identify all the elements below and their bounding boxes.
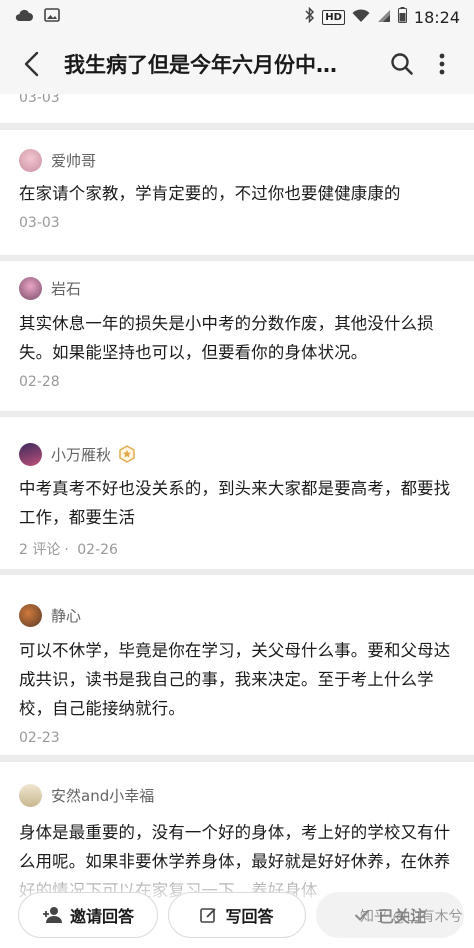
comment-card[interactable]: 爱帅哥 在家请个家教，学肯定要的，不过你也要健健康康的 03-03 xyxy=(0,130,474,255)
invite-answer-button[interactable]: 邀请回答 xyxy=(18,892,158,938)
comment-date: 02-28 xyxy=(19,374,60,390)
top-bar: 我生病了但是今年六月份中… xyxy=(0,34,474,94)
comment-date: 02-26 xyxy=(77,542,118,558)
author-badge-icon xyxy=(119,445,135,463)
avatar[interactable] xyxy=(19,276,42,300)
search-button[interactable] xyxy=(382,44,422,84)
write-answer-label: 写回答 xyxy=(225,907,274,926)
comment-date: 03-03 xyxy=(19,94,60,106)
comment-text: 在家请个家教，学肯定要的，不过你也要健健康康的 xyxy=(19,184,401,203)
avatar[interactable] xyxy=(19,442,42,466)
comment-card[interactable]: 小万雁秋 中考真考不好也没关系的，到头来大家都是要高考，都要找工作，都要生活 2… xyxy=(0,417,474,569)
comment-card[interactable]: 03-03 xyxy=(0,94,474,123)
comment-card[interactable]: 岩石 其实休息一年的损失是小中考的分数作废，其他没什么损失。如果能坚持也可以，但… xyxy=(0,261,474,411)
watermark: 知乎 @山有木兮 xyxy=(360,909,463,925)
back-button[interactable] xyxy=(14,44,50,84)
hd-badge: HD xyxy=(322,9,345,25)
comment-text: 中考真考不好也没关系的，到头来大家都是要高考，都要找工作，都要生活 xyxy=(19,479,451,527)
battery-icon xyxy=(397,7,407,27)
comment-text: 可以不休学，毕竟是你在学习，关父母什么事。要和父母达成共识，读书是我自己的事，我… xyxy=(19,641,451,718)
comment-list[interactable]: 03-03 爱帅哥 在家请个家教，学肯定要的，不过你也要健健康康的 03-03 … xyxy=(0,94,474,948)
comment-meta: 03-03 xyxy=(0,215,474,231)
comment-text: 其实休息一年的损失是小中考的分数作废，其他没什么损失。如果能坚持也可以，但要看你… xyxy=(19,314,434,362)
status-bar: HD 18:24 xyxy=(0,0,474,34)
add-person-icon xyxy=(42,907,62,923)
signal-icon xyxy=(377,8,391,27)
comment-date: 03-03 xyxy=(19,215,60,231)
comment-author[interactable]: 小万雁秋 xyxy=(0,439,474,469)
invite-answer-label: 邀请回答 xyxy=(69,907,134,926)
page-title: 我生病了但是今年六月份中… xyxy=(64,53,337,77)
avatar[interactable] xyxy=(19,783,42,807)
comment-author[interactable]: 爱帅哥 xyxy=(0,145,474,175)
cloud-icon xyxy=(14,8,34,26)
comment-author[interactable]: 静心 xyxy=(0,600,474,630)
status-time: 18:24 xyxy=(413,7,460,27)
bluetooth-icon xyxy=(305,6,315,27)
avatar[interactable] xyxy=(19,148,42,172)
image-icon xyxy=(44,7,60,27)
comment-date: 02-23 xyxy=(19,730,60,746)
more-button[interactable] xyxy=(422,44,462,84)
author-name[interactable]: 爱帅哥 xyxy=(51,150,96,171)
author-name[interactable]: 小万雁秋 xyxy=(51,444,111,465)
author-name[interactable]: 静心 xyxy=(51,605,81,626)
avatar[interactable] xyxy=(19,603,42,627)
wifi-icon xyxy=(352,8,370,27)
more-vertical-icon xyxy=(439,53,445,75)
back-arrow-icon xyxy=(24,51,39,77)
search-icon xyxy=(391,53,413,75)
comment-author[interactable]: 岩石 xyxy=(0,273,474,303)
comment-card[interactable]: 静心 可以不休学，毕竟是你在学习，关父母什么事。要和父母达成共识，读书是我自己的… xyxy=(0,575,474,755)
comment-author[interactable]: 安然and小幸福 xyxy=(0,780,474,810)
comment-count[interactable]: 2 评论 xyxy=(19,542,60,558)
comment-meta: 02-28 xyxy=(0,374,474,390)
edit-icon xyxy=(200,907,217,923)
comment-meta: 02-23 xyxy=(0,730,474,746)
author-name[interactable]: 岩石 xyxy=(51,278,81,299)
meta-separator: · xyxy=(64,542,69,558)
write-answer-button[interactable]: 写回答 xyxy=(168,892,306,938)
author-name[interactable]: 安然and小幸福 xyxy=(51,785,154,806)
comment-meta: 2 评论 · 02-26 xyxy=(0,539,474,559)
